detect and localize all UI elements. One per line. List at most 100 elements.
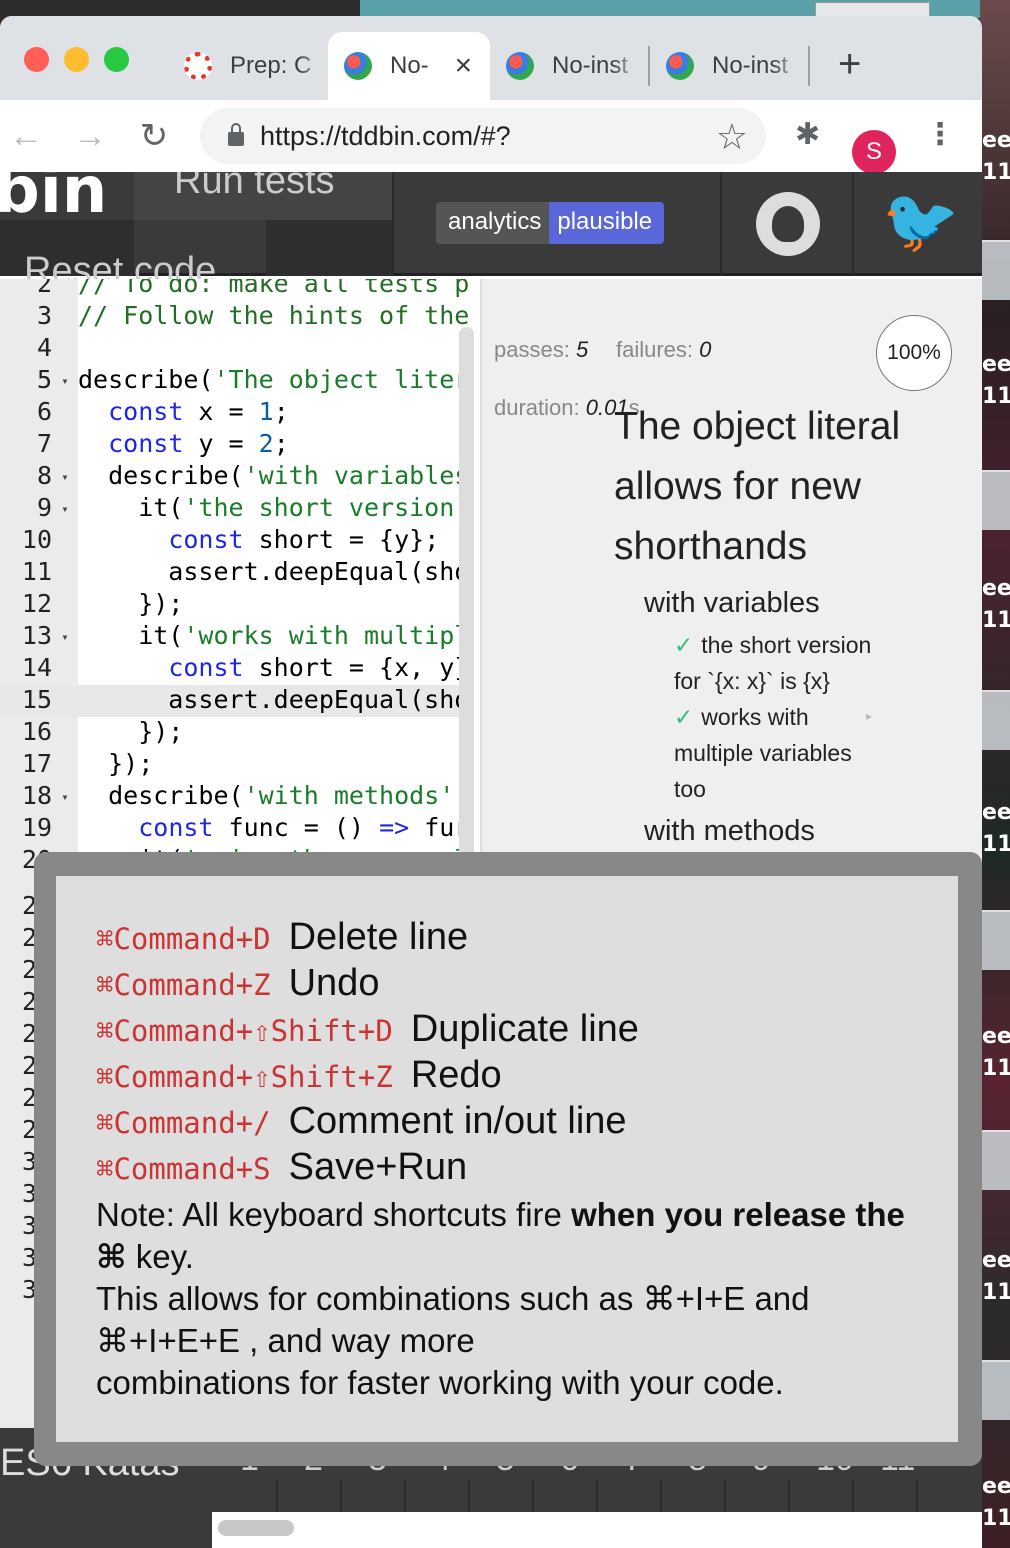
line-number: 16 (21, 717, 52, 746)
code-text: }); (78, 717, 184, 746)
code-line[interactable]: 12 }); (0, 589, 460, 621)
test-item[interactable]: ✓ works with multiple variables too (674, 699, 874, 807)
tab-no-active[interactable]: No- × (328, 32, 490, 100)
code-line[interactable]: 3 // Follow the hints of the (0, 301, 469, 333)
desktop-thumbnail (980, 1360, 1010, 1420)
desktop-thumbnail (980, 1130, 1010, 1190)
reset-code-button[interactable]: Reset code (24, 250, 216, 280)
fold-arrow-icon[interactable]: ▾ (52, 790, 78, 804)
code-line[interactable]: 11 assert.deepEqual(sho (0, 557, 469, 589)
code-line[interactable]: 16 }); (0, 717, 460, 749)
menu-icon[interactable]: ⋮ (925, 120, 955, 152)
tab-no-inst-2[interactable]: No-inst (650, 32, 802, 100)
line-number: 9 (36, 493, 52, 522)
code-line[interactable]: 13 ▾ it('works with multipl (0, 621, 469, 653)
extensions-icon[interactable]: ✱ (795, 120, 825, 150)
desktop-label: eer (982, 1474, 1010, 1499)
check-icon: ✓ (674, 704, 694, 730)
code-line[interactable]: 7 const y = 2; (0, 429, 460, 461)
code-text: }); (78, 749, 154, 778)
line-number: 11 (21, 557, 52, 586)
shortcut-key: ⌘Command+S (96, 1152, 271, 1186)
minimize-window-button[interactable] (64, 47, 89, 72)
code-line[interactable]: 14 const short = {x, y} (0, 653, 469, 685)
profile-avatar[interactable]: S (852, 130, 896, 174)
suite-title: The object literal allows for new shorth… (614, 405, 901, 568)
code-line[interactable]: 9 ▾ it('the short version (0, 493, 460, 525)
github-icon[interactable] (756, 192, 820, 256)
line-number: 13 (21, 621, 52, 650)
shortcuts-panel: ⌘Command+D Delete line ⌘Command+Z Undo ⌘Comm… (56, 876, 958, 1442)
close-window-button[interactable] (24, 47, 49, 72)
editor-scrollbar[interactable] (459, 327, 474, 867)
url-text[interactable]: https://tddbin.com/#? (260, 121, 511, 152)
lock-icon (228, 123, 244, 146)
code-line[interactable]: 17 }); (0, 749, 460, 781)
zoom-window-button[interactable] (104, 47, 129, 72)
code-line[interactable]: 2 // To do: make all tests p (0, 279, 469, 301)
line-number: 15 (21, 685, 52, 714)
site-logo[interactable]: bin (0, 172, 107, 228)
desktop-thumbnail (980, 240, 1010, 300)
desktop-label: eer (982, 800, 1010, 825)
reload-icon[interactable]: ↻ (134, 116, 174, 156)
failures-stat: failures: 0 (616, 337, 711, 363)
canvas-icon (184, 52, 212, 80)
test-item[interactable]: ✓ the short version for `{x: x}` is {x} (674, 627, 894, 699)
forward-arrow-icon[interactable]: → (70, 116, 110, 156)
code-text: assert.deepEqual(sho (78, 685, 470, 714)
run-tests-button[interactable]: Run tests (174, 172, 335, 203)
code-line[interactable]: 19 const func = () => fur (0, 813, 470, 845)
check-icon: ✓ (674, 632, 694, 658)
header-divider (852, 172, 854, 276)
tab-prep[interactable]: Prep: C (168, 32, 328, 100)
close-icon[interactable]: × (455, 49, 473, 83)
code-line[interactable]: 6 const x = 1; (0, 397, 460, 429)
shortcut-action: Comment in/out line (288, 1100, 627, 1142)
desktop-label: eer (982, 352, 1010, 377)
duration-label: duration: (494, 395, 580, 420)
shortcut-action: Undo (288, 962, 380, 1004)
desktop-thumbnail (980, 690, 1010, 750)
fold-arrow-icon[interactable]: ▾ (52, 630, 78, 644)
expand-arrow-icon[interactable]: ▸ (866, 709, 872, 723)
sub-suite-variables[interactable]: with variables (644, 587, 820, 620)
fold-arrow-icon[interactable]: ▾ (52, 502, 78, 516)
passes-label: passes: (494, 337, 570, 362)
progress-circle: 100% (876, 315, 952, 391)
desktop-right-strip (980, 0, 1010, 1548)
back-arrow-icon[interactable]: ← (6, 116, 46, 156)
twitter-icon[interactable]: 🐦 (882, 190, 959, 254)
horizontal-scrollbar[interactable] (218, 1520, 294, 1536)
note-suffix: key. (126, 1238, 194, 1275)
code-line[interactable]: 15 assert.deepEqual(sho (0, 685, 469, 717)
horizontal-scroll-track (212, 1512, 982, 1548)
fold-arrow-icon[interactable]: ▾ (52, 374, 78, 388)
desktop-thumbnail (980, 910, 1010, 970)
note-prefix: Note: All keyboard shortcuts fire (96, 1196, 572, 1233)
line-number: 14 (21, 653, 52, 682)
analytics-badge[interactable]: analytics plausible (436, 202, 665, 244)
code-line[interactable]: 8 ▾ describe('with variables (0, 461, 469, 493)
code-line[interactable]: 5 ▾ describe('The object liter (0, 365, 469, 397)
desktop-label: 11. (982, 1056, 1010, 1081)
shortcut-key: ⌘Command+D (96, 922, 271, 956)
tab-separator (808, 46, 810, 86)
sub-suite-methods[interactable]: with methods (644, 815, 815, 848)
star-icon[interactable]: ☆ (716, 116, 748, 158)
tab-no-inst-1[interactable]: No-inst (490, 32, 642, 100)
ball-icon (506, 52, 534, 80)
code-line[interactable]: 10 const short = {y}; (0, 525, 460, 557)
code-line[interactable]: 18▾ describe('with methods', (0, 781, 469, 813)
code-line[interactable]: 4 (0, 333, 460, 365)
passes-stat: passes: 5 (494, 337, 588, 363)
passes-count: 5 (575, 337, 589, 362)
fold-arrow-icon[interactable]: ▾ (52, 470, 78, 484)
new-tab-button[interactable]: + (838, 44, 861, 84)
code-text: const func = () => fur (138, 813, 470, 842)
desktop-label: 11. (982, 160, 1010, 185)
badge-right: plausible (549, 202, 665, 244)
shortcut-row: ⌘Command+D Delete line (96, 916, 958, 962)
address-bar[interactable]: https://tddbin.com/#? ☆ (200, 108, 766, 164)
shortcut-action: Delete line (288, 916, 469, 958)
